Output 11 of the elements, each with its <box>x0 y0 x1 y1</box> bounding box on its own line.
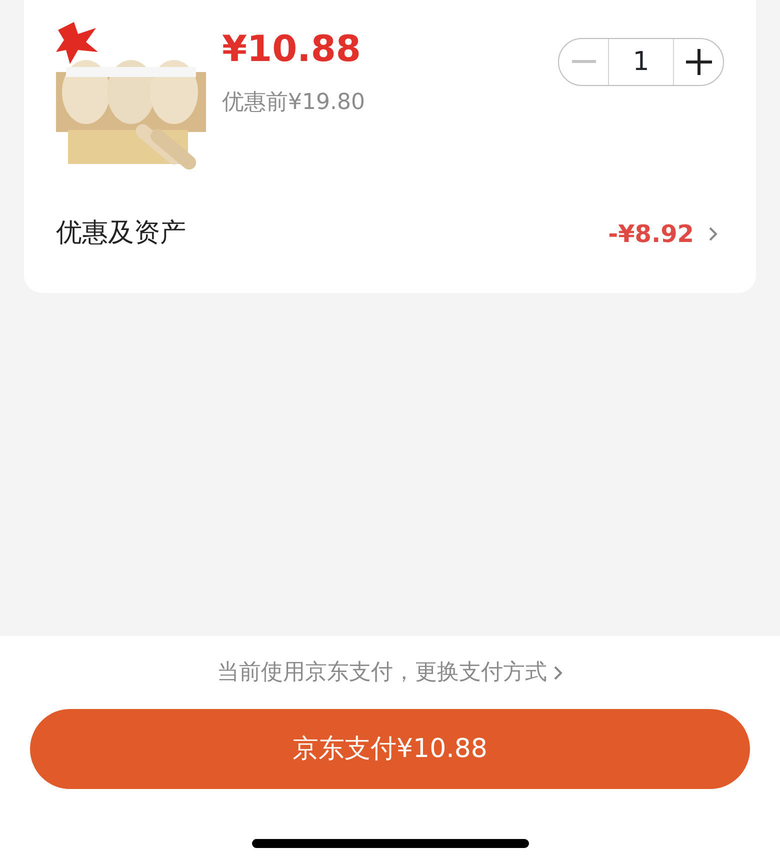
payment-method-link[interactable]: 当前使用京东支付，更换支付方式 <box>217 656 547 689</box>
chevron-icon[interactable] <box>553 664 563 680</box>
minus-icon <box>572 60 596 64</box>
price-text: ¥10.88 <box>222 32 362 68</box>
discount-label: 优惠及资产 <box>56 217 186 250</box>
discount-amount[interactable]: -¥8.92 <box>608 216 694 252</box>
pay-button[interactable]: 京东支付¥10.88 <box>30 709 750 789</box>
quantity-value: 1 <box>608 39 674 85</box>
chevron-icon[interactable] <box>708 226 718 242</box>
original-price: 优惠前¥19.80 <box>222 89 365 117</box>
plus-icon <box>686 49 712 75</box>
